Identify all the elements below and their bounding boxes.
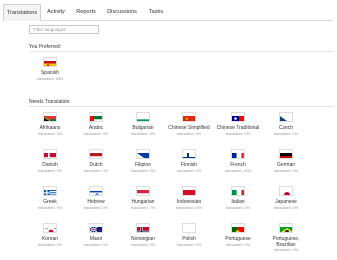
flag-fr-icon (231, 149, 245, 159)
language-name: Chinese Traditional (216, 125, 260, 131)
language-item-german[interactable]: German translated: 0% (263, 149, 309, 173)
translation-status: translated: 0% (273, 168, 299, 173)
language-item-czech[interactable]: Czech translated: 0% (263, 112, 309, 136)
language-item-hebrew[interactable]: Hebrew translated: 0% (73, 186, 119, 210)
translation-status: translated: 0% (83, 242, 109, 247)
translation-status: translated: 0% (83, 205, 109, 210)
language-item-norwegian[interactable]: Norwegian translated: 0% (120, 223, 166, 247)
language-item-chinese-simplified[interactable]: ★ Chinese Simplified translated: 4% (166, 112, 212, 136)
flag-nz-icon (89, 223, 103, 233)
needs-divider (29, 106, 334, 107)
tab-bar: Translations Activity Reports Discussion… (3, 4, 333, 21)
tab-activity[interactable]: Activity (41, 4, 71, 20)
translation-status: translated: 0% (37, 131, 63, 136)
flag-br-icon (279, 223, 293, 233)
flag-cz-icon (279, 112, 293, 122)
flag-es-icon (43, 57, 57, 67)
language-item-bulgarian[interactable]: Bulgarian translated: 0% (120, 112, 166, 136)
tab-discussions[interactable]: Discussions (101, 4, 143, 20)
language-name: Portuguese, Brazilian (272, 236, 300, 248)
language-item-hungarian[interactable]: Hungarian translated: 7% (120, 186, 166, 210)
flag-no-icon (136, 223, 150, 233)
translation-status: translated: 0% (83, 131, 109, 136)
translation-status: translated: 7% (130, 205, 156, 210)
flag-bg-icon (136, 112, 150, 122)
translation-status: translated: 0% (225, 131, 251, 136)
flag-it-icon (231, 186, 245, 196)
flag-za-icon (43, 112, 57, 122)
translation-status: translated: 0% (130, 131, 156, 136)
flag-fi-icon (182, 149, 196, 159)
flag-il-icon (89, 186, 103, 196)
language-name: Chinese Simplified (168, 125, 210, 131)
tab-translations[interactable]: Translations (3, 4, 41, 21)
translation-status: translated: 58% (36, 76, 64, 81)
translation-status: translated: 0% (225, 242, 251, 247)
language-item-danish[interactable]: Danish translated: 0% (27, 149, 73, 173)
flag-nl-icon (89, 149, 103, 159)
translation-status: translated: 4% (176, 131, 202, 136)
translation-status: translated: 0% (37, 205, 63, 210)
tab-reports[interactable]: Reports (71, 4, 101, 20)
translation-status: translated: 41% (175, 205, 203, 210)
flag-ph-icon (136, 149, 150, 159)
flag-gr-icon (43, 186, 57, 196)
language-item-polish[interactable]: Polish translated: 0% (166, 223, 212, 247)
language-item-dutch[interactable]: Dutch translated: 0% (73, 149, 119, 173)
translation-status: translated: 0% (273, 248, 299, 252)
translation-status: translated: 0% (176, 242, 202, 247)
flag-pt-icon (231, 223, 245, 233)
language-item-filipino[interactable]: Filipino translated: 0% (120, 149, 166, 173)
flag-id-icon (182, 186, 196, 196)
language-item-afrikaans[interactable]: Afrikaans translated: 0% (27, 112, 73, 136)
flag-dk-icon (43, 149, 57, 159)
translation-status: translated: 0% (273, 205, 299, 210)
language-item-portuguese-brazilian[interactable]: Portuguese, Brazilian translated: 0% (263, 223, 309, 253)
flag-kr-icon (43, 223, 57, 233)
flag-cn-icon: ★ (182, 112, 196, 122)
flag-hu-icon (136, 186, 150, 196)
language-item-italian[interactable]: Italian translated: 0% (215, 186, 261, 210)
translation-status: translated: 0% (37, 242, 63, 247)
language-item-portuguese[interactable]: Portuguese translated: 0% (215, 223, 261, 247)
translation-status: translated: 0% (130, 242, 156, 247)
translation-status: translated: 0% (176, 168, 202, 173)
language-item-arabic[interactable]: Arabic translated: 0% (73, 112, 119, 136)
flag-jp-icon (279, 186, 293, 196)
language-item-greek[interactable]: Greek translated: 0% (27, 186, 73, 210)
translation-status: translated: 0% (273, 131, 299, 136)
language-item-spanish[interactable]: Spanish translated: 58% (27, 57, 73, 81)
language-item-french[interactable]: French translated: 32% (215, 149, 261, 173)
language-item-finnish[interactable]: Finnish translated: 0% (166, 149, 212, 173)
translation-status: translated: 0% (130, 168, 156, 173)
flag-de-icon (279, 149, 293, 159)
translation-status: translated: 0% (83, 168, 109, 173)
language-item-indonesian[interactable]: Indonesian translated: 41% (166, 186, 212, 210)
language-item-japanese[interactable]: Japanese translated: 0% (263, 186, 309, 210)
preferred-section-title: You Preferred: (29, 44, 62, 50)
translation-status: translated: 0% (225, 205, 251, 210)
needs-section-title: Needs Translation: (29, 99, 71, 105)
language-item-maori[interactable]: Maori translated: 0% (73, 223, 119, 247)
language-item-korean[interactable]: Korean translated: 0% (27, 223, 73, 247)
flag-pl-icon (182, 223, 196, 233)
language-item-chinese-traditional[interactable]: Chinese Traditional translated: 0% (215, 112, 261, 136)
filter-languages-input[interactable]: Filter languages (29, 25, 99, 34)
tab-tasks[interactable]: Tasks (143, 4, 169, 20)
flag-tw-icon (231, 112, 245, 122)
translation-status: translated: 32% (224, 168, 252, 173)
translation-status: translated: 0% (37, 168, 63, 173)
flag-ae-icon (89, 112, 103, 122)
svg-text:★: ★ (185, 116, 189, 121)
preferred-divider (29, 51, 334, 52)
